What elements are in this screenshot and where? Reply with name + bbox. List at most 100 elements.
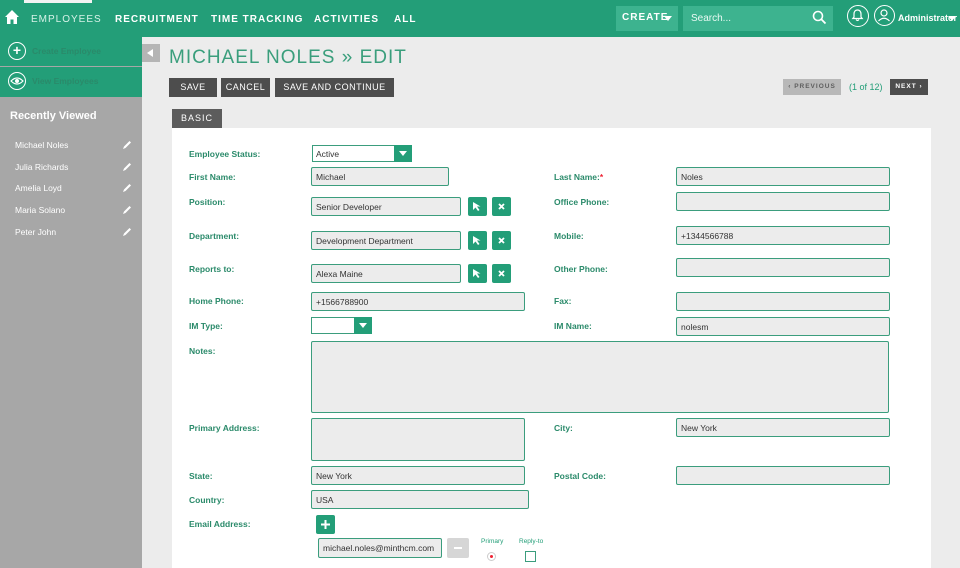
- clear-reports-to-button[interactable]: [492, 264, 511, 283]
- tab-basic[interactable]: BASIC: [172, 109, 222, 128]
- nav-employees[interactable]: EMPLOYEES: [31, 14, 102, 25]
- cursor-arrow-icon: [473, 269, 481, 278]
- add-email-button[interactable]: [316, 515, 335, 534]
- nav-recruitment[interactable]: RECRUITMENT: [115, 14, 199, 25]
- im-type-select[interactable]: [311, 317, 372, 334]
- nav-activities[interactable]: ACTIVITIES: [314, 14, 379, 25]
- first-name-field[interactable]: Michael: [311, 167, 449, 186]
- eye-icon: [8, 72, 26, 90]
- user-avatar-icon[interactable]: [874, 5, 895, 26]
- home-icon[interactable]: [4, 9, 20, 25]
- chevron-down-icon[interactable]: [394, 145, 412, 162]
- cancel-button[interactable]: CANCEL: [221, 78, 270, 97]
- global-search: [683, 6, 833, 31]
- collapse-sidebar-icon[interactable]: [142, 44, 160, 62]
- view-employees-label: View Employees: [32, 76, 99, 86]
- create-employee-action[interactable]: + Create Employee: [0, 37, 142, 66]
- recent-item-label[interactable]: Michael Noles: [15, 140, 68, 150]
- last-name-label: Last Name:*: [554, 172, 603, 182]
- nav-time-tracking[interactable]: TIME TRACKING: [211, 14, 303, 25]
- radio-selected-dot: [490, 555, 493, 558]
- previous-label: PREVIOUS: [794, 83, 836, 90]
- primary-email-label: Primary: [481, 538, 504, 545]
- primary-address-label: Primary Address:: [189, 423, 260, 433]
- im-type-label: IM Type:: [189, 321, 223, 331]
- notes-label: Notes:: [189, 346, 216, 356]
- recent-item[interactable]: Maria Solano: [15, 205, 135, 215]
- state-label: State:: [189, 471, 213, 481]
- reports-to-label: Reports to:: [189, 264, 235, 274]
- plus-circle-icon: +: [8, 42, 26, 60]
- employee-status-select[interactable]: Active: [312, 145, 412, 162]
- recent-item[interactable]: Michael Noles: [15, 140, 135, 150]
- chevron-down-icon[interactable]: [948, 16, 956, 21]
- office-phone-field[interactable]: [676, 192, 890, 211]
- mobile-label: Mobile:: [554, 231, 584, 241]
- create-dropdown-button[interactable]: CREATE: [616, 6, 678, 31]
- next-button[interactable]: NEXT ›: [890, 79, 928, 95]
- pencil-icon[interactable]: [122, 227, 132, 237]
- clear-position-button[interactable]: [492, 197, 511, 216]
- city-field[interactable]: New York: [676, 418, 890, 437]
- mobile-field[interactable]: +1344566788: [676, 226, 890, 245]
- recent-item-label[interactable]: Amelia Loyd: [15, 183, 62, 193]
- close-icon: [498, 270, 505, 277]
- active-tab-indicator: [24, 0, 92, 3]
- country-field[interactable]: USA: [311, 490, 529, 509]
- pencil-icon[interactable]: [122, 205, 132, 215]
- fax-label: Fax:: [554, 296, 572, 306]
- top-navigation-bar: EMPLOYEES RECRUITMENT TIME TRACKING ACTI…: [0, 0, 960, 37]
- other-phone-field[interactable]: [676, 258, 890, 277]
- chevron-down-icon[interactable]: [354, 317, 372, 334]
- previous-button[interactable]: ‹ PREVIOUS: [783, 79, 841, 95]
- reports-to-field[interactable]: Alexa Maine: [311, 264, 461, 283]
- create-label: CREATE: [622, 12, 669, 23]
- position-label: Position:: [189, 197, 226, 207]
- department-field[interactable]: Development Department: [311, 231, 461, 250]
- pencil-icon[interactable]: [122, 162, 132, 172]
- last-name-field[interactable]: Noles: [676, 167, 890, 186]
- im-name-field[interactable]: nolesm: [676, 317, 890, 336]
- recent-item-label[interactable]: Maria Solano: [15, 205, 65, 215]
- notes-textarea[interactable]: [311, 341, 889, 413]
- recently-viewed-heading: Recently Viewed: [10, 110, 97, 122]
- select-reports-to-button[interactable]: [468, 264, 487, 283]
- recent-item-label[interactable]: Julia Richards: [15, 162, 68, 172]
- select-department-button[interactable]: [468, 231, 487, 250]
- select-position-button[interactable]: [468, 197, 487, 216]
- cursor-arrow-icon: [473, 236, 481, 245]
- search-input[interactable]: [683, 6, 807, 31]
- pencil-icon[interactable]: [122, 183, 132, 193]
- email-address-label: Email Address:: [189, 519, 251, 529]
- pencil-icon[interactable]: [122, 140, 132, 150]
- office-phone-label: Office Phone:: [554, 197, 610, 207]
- save-and-continue-button[interactable]: SAVE AND CONTINUE: [275, 78, 394, 97]
- fax-field[interactable]: [676, 292, 890, 311]
- view-employees-action[interactable]: View Employees: [0, 67, 142, 97]
- save-button[interactable]: SAVE: [169, 78, 217, 97]
- recent-item[interactable]: Amelia Loyd: [15, 183, 135, 193]
- bell-icon[interactable]: [847, 5, 869, 27]
- clear-department-button[interactable]: [492, 231, 511, 250]
- cursor-arrow-icon: [473, 202, 481, 211]
- primary-address-textarea[interactable]: [311, 418, 525, 461]
- recent-item-label[interactable]: Peter John: [15, 227, 56, 237]
- recent-item[interactable]: Julia Richards: [15, 162, 135, 172]
- email-field[interactable]: michael.noles@minthcm.com: [318, 538, 442, 558]
- employee-status-value: Active: [316, 148, 340, 159]
- position-field[interactable]: Senior Developer: [311, 197, 461, 216]
- sidebar: + Create Employee View Employees Recentl…: [0, 37, 142, 568]
- postal-code-field[interactable]: [676, 466, 890, 485]
- primary-email-radio[interactable]: [487, 552, 496, 561]
- nav-all[interactable]: ALL: [394, 14, 416, 25]
- state-field[interactable]: New York: [311, 466, 525, 485]
- country-label: Country:: [189, 495, 225, 505]
- search-icon[interactable]: [812, 10, 827, 28]
- recent-item[interactable]: Peter John: [15, 227, 135, 237]
- other-phone-label: Other Phone:: [554, 264, 608, 274]
- first-name-label: First Name:: [189, 172, 236, 182]
- remove-email-button[interactable]: [447, 538, 469, 558]
- edit-form-panel: Employee Status: Active First Name: Mich…: [172, 128, 931, 568]
- reply-to-checkbox[interactable]: [525, 551, 536, 562]
- home-phone-field[interactable]: +1566788900: [311, 292, 525, 311]
